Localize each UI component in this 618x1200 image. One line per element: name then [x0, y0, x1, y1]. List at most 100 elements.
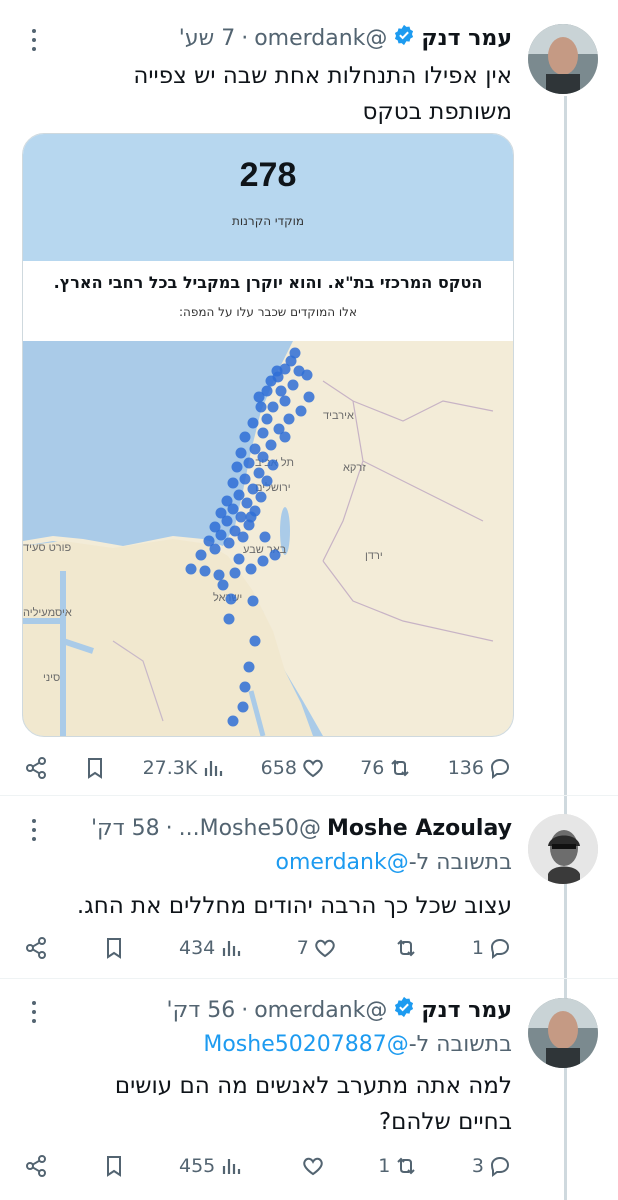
- retweet-button[interactable]: 1: [378, 1154, 418, 1178]
- tweet[interactable]: עמר דנק @omerdank · 7 שע' אין אפילו התנח…: [0, 0, 618, 790]
- views-count: 27.3K: [142, 757, 198, 779]
- screening-dot: [235, 511, 247, 523]
- screening-dot: [221, 515, 233, 527]
- more-options-icon[interactable]: [24, 814, 44, 844]
- screening-dot: [237, 701, 249, 713]
- tweet[interactable]: עמר דנק @omerdank · 56 דק' בתשובה ל-@Mos…: [0, 980, 618, 1200]
- screening-dot: [253, 391, 265, 403]
- screening-dot: [215, 529, 227, 541]
- views-count: 434: [179, 937, 216, 959]
- bookmark-button[interactable]: [102, 936, 126, 960]
- views-icon: [205, 761, 223, 776]
- views-icon: [223, 941, 241, 956]
- retweet-icon: [397, 1157, 416, 1175]
- timestamp[interactable]: 56 דק': [167, 998, 236, 1023]
- reply-context: בתשובה ל-@Moshe50207887: [24, 1032, 512, 1057]
- like-button[interactable]: 7: [297, 936, 337, 960]
- screening-dot: [231, 461, 243, 473]
- separator-dot: ·: [241, 25, 249, 51]
- screening-dot: [249, 443, 261, 455]
- views-icon: [223, 1159, 241, 1174]
- share-button[interactable]: [24, 936, 48, 960]
- heart-icon: [303, 1157, 323, 1176]
- screening-dot: [229, 567, 241, 579]
- tweet-text-line: בחיים שלהם?: [378, 1109, 512, 1135]
- bookmark-button[interactable]: [83, 756, 107, 780]
- tweet-text-line: עצוב שכל כך הרבה יהודים מחללים את החג.: [76, 893, 512, 919]
- avatar[interactable]: [528, 814, 598, 884]
- bookmark-icon: [106, 938, 121, 959]
- reply-mention-link[interactable]: @omerdank: [275, 850, 408, 875]
- views-button[interactable]: 455: [179, 1154, 243, 1178]
- timestamp[interactable]: 58 דק': [91, 816, 160, 841]
- media-card[interactable]: 278 מוקדי הקרנות הטקס המרכזי בת"א. והוא …: [22, 133, 514, 737]
- screening-dot: [255, 491, 267, 503]
- tweet-header: עמר דנק @omerdank · 56 דק': [24, 992, 512, 1028]
- screening-dot: [261, 475, 273, 487]
- screening-dot: [245, 511, 257, 523]
- reply-count: 136: [447, 757, 484, 779]
- retweet-button[interactable]: 76: [360, 756, 412, 780]
- retweet-button[interactable]: [390, 936, 418, 960]
- screening-map: אירביד תל אביב זרקא ירושלים פורט סעיד בא…: [23, 341, 513, 736]
- screening-dot: [195, 549, 207, 561]
- author-name[interactable]: עמר דנק: [421, 26, 512, 51]
- tweet-text-line: משותפת בטקס: [362, 99, 512, 125]
- author-handle[interactable]: @omerdank: [254, 26, 387, 51]
- avatar[interactable]: [528, 24, 598, 94]
- screening-dot: [247, 417, 259, 429]
- screening-dot: [279, 431, 291, 443]
- card-count-banner: 278 מוקדי הקרנות: [23, 134, 513, 261]
- reply-button[interactable]: 1: [472, 936, 512, 960]
- tweet-actions: 455 1 3: [24, 1146, 512, 1186]
- screening-dot: [265, 375, 277, 387]
- reply-mention-link[interactable]: @Moshe50207887: [203, 1032, 408, 1057]
- author-handle[interactable]: @omerdank: [254, 998, 387, 1023]
- screening-dot: [243, 457, 255, 469]
- timestamp[interactable]: 7 שע': [179, 26, 235, 51]
- reply-icon: [490, 1156, 509, 1177]
- author-name[interactable]: עמר דנק: [421, 998, 512, 1023]
- screening-dot: [275, 385, 287, 397]
- views-count: 455: [179, 1155, 216, 1177]
- author-name[interactable]: Moshe Azoulay: [327, 816, 512, 841]
- share-icon: [26, 1155, 46, 1177]
- screening-dot: [223, 613, 235, 625]
- views-button[interactable]: 434: [179, 936, 243, 960]
- screening-dot: [241, 497, 253, 509]
- card-caption: הטקס המרכזי בת"א. והוא יוקרן במקביל בכל …: [23, 261, 513, 341]
- bookmark-icon: [106, 1156, 121, 1177]
- tweet-text: למה אתה מתערב לאנשים מה הם עושים בחיים ש…: [24, 1068, 512, 1140]
- tweet[interactable]: Moshe Azoulay @Moshe50... · 58 דק' בתשוב…: [0, 796, 618, 976]
- screening-dot: [243, 661, 255, 673]
- like-button[interactable]: [297, 1154, 325, 1178]
- reply-button[interactable]: 136: [448, 756, 512, 780]
- tweet-text: אין אפילו התנחלות אחת שבה יש צפייה משותפ…: [24, 58, 512, 130]
- tweet-actions: 27.3K 658 76 136: [24, 748, 512, 788]
- reply-prefix: בתשובה ל-: [408, 850, 512, 875]
- screening-dot: [225, 593, 237, 605]
- like-button[interactable]: 658: [261, 756, 325, 780]
- screening-dot: [213, 569, 225, 581]
- screening-dot: [237, 531, 249, 543]
- screening-dot: [249, 635, 261, 647]
- screening-dot: [295, 405, 307, 417]
- screening-dot: [209, 543, 221, 555]
- screening-dot: [227, 503, 239, 515]
- more-options-icon[interactable]: [24, 24, 44, 54]
- author-handle[interactable]: @Moshe50...: [179, 816, 321, 841]
- screening-dot: [261, 413, 273, 425]
- screening-count-label: מוקדי הקרנות: [231, 214, 305, 228]
- reply-button[interactable]: 3: [472, 1154, 512, 1178]
- divider: [0, 978, 618, 979]
- screening-dot: [267, 459, 279, 471]
- screening-dot: [245, 563, 257, 575]
- avatar[interactable]: [528, 998, 598, 1068]
- share-button[interactable]: [24, 1154, 48, 1178]
- views-button[interactable]: 27.3K: [143, 756, 226, 780]
- bookmark-button[interactable]: [102, 1154, 126, 1178]
- share-button[interactable]: [24, 756, 48, 780]
- screening-dot: [239, 431, 251, 443]
- share-icon: [26, 757, 46, 779]
- more-options-icon[interactable]: [24, 996, 44, 1026]
